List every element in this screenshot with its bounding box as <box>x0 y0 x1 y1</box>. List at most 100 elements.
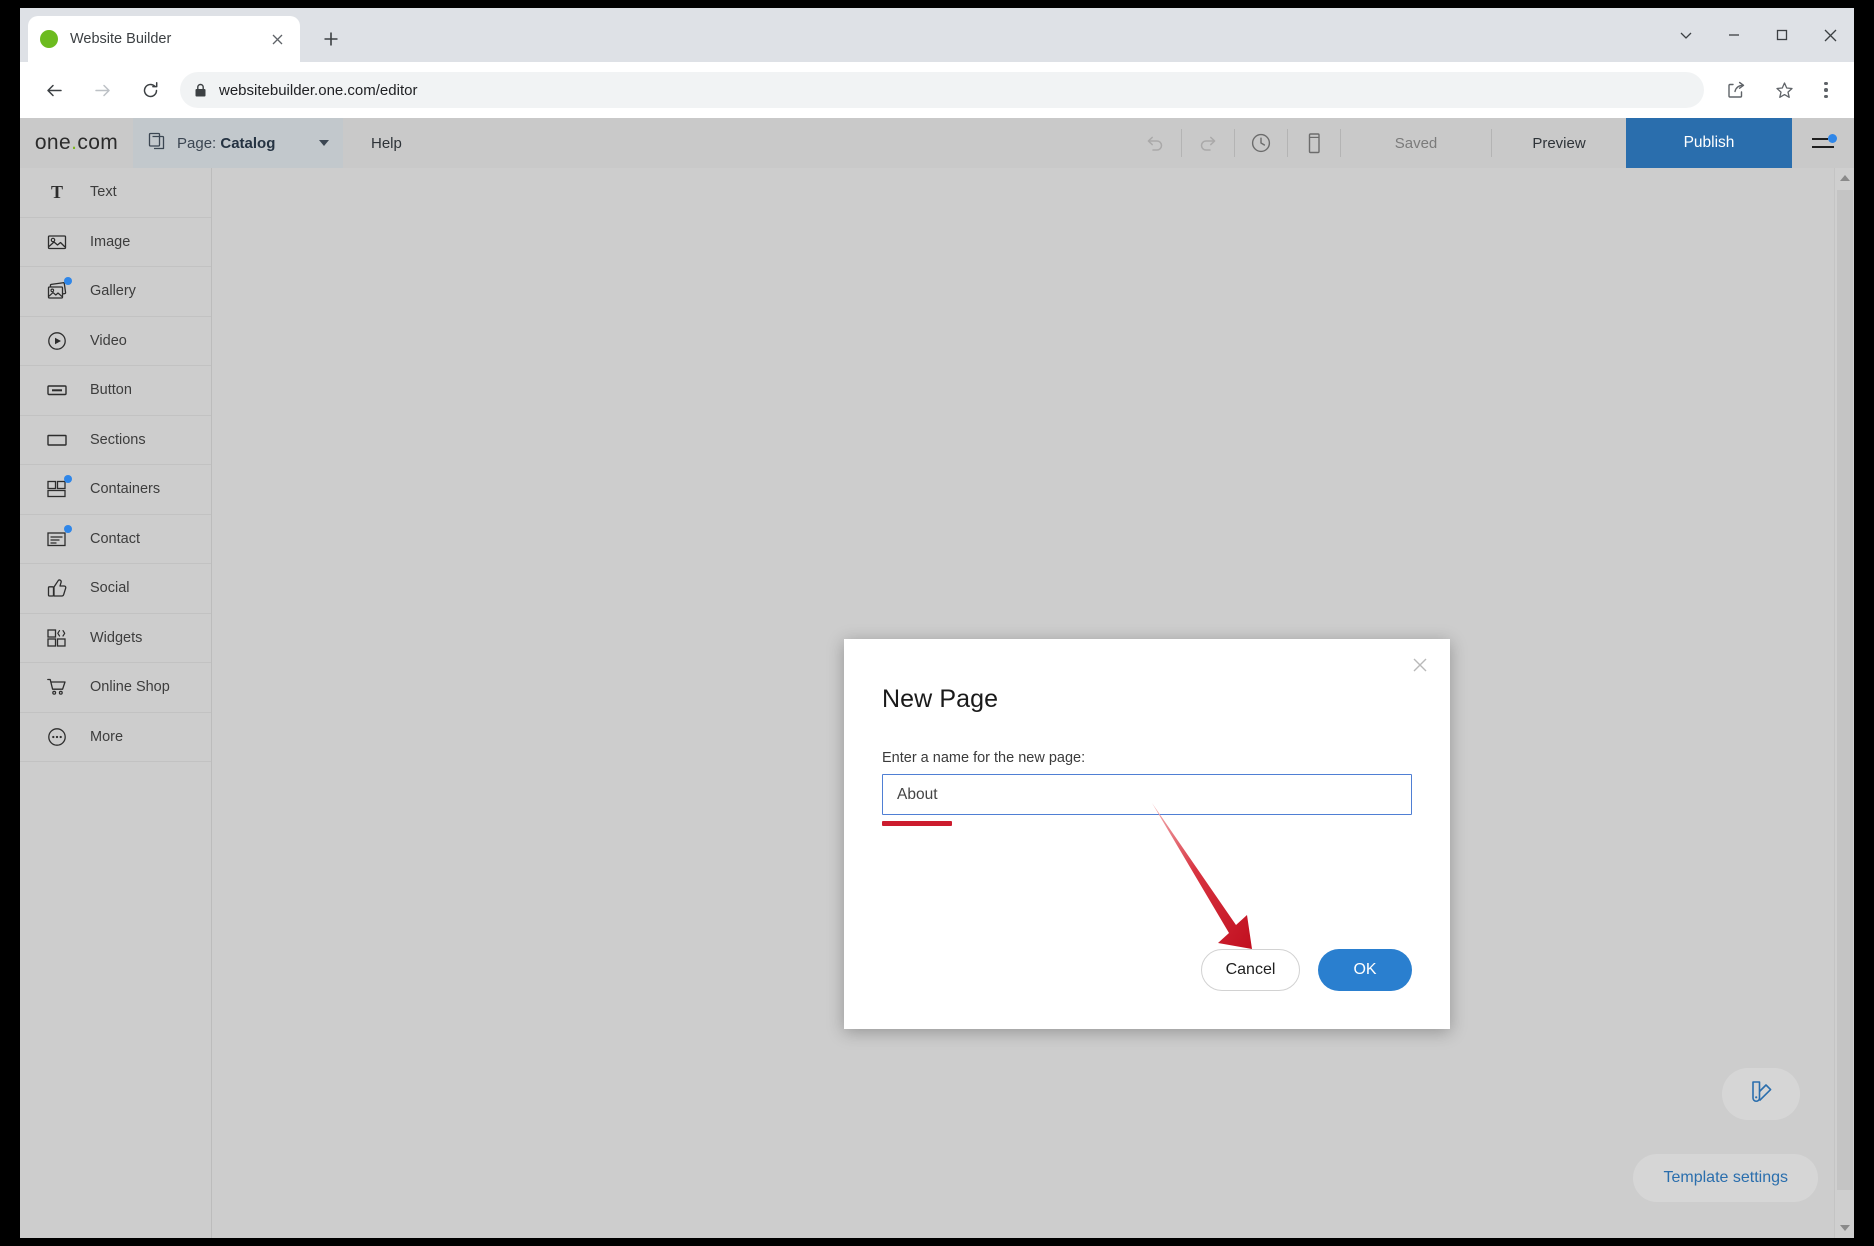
dialog-button-row: Cancel OK <box>844 949 1412 991</box>
text-icon: T <box>46 181 68 203</box>
sidebar-item-containers[interactable]: Containers <box>20 465 211 515</box>
red-underline-annotation <box>882 821 952 826</box>
help-menu[interactable]: Help <box>343 118 430 168</box>
sidebar-item-label: Gallery <box>90 283 136 299</box>
address-bar[interactable]: websitebuilder.one.com/editor <box>180 72 1704 108</box>
svg-text:T: T <box>51 182 63 202</box>
cancel-button[interactable]: Cancel <box>1201 949 1300 991</box>
scroll-up-arrow-icon[interactable] <box>1840 175 1850 181</box>
bookmark-star-icon[interactable] <box>1766 72 1802 108</box>
window-minimize-icon[interactable] <box>1710 16 1758 54</box>
sidebar-item-label: Online Shop <box>90 679 170 695</box>
sidebar-item-image[interactable]: Image <box>20 218 211 268</box>
sidebar-item-text[interactable]: T Text <box>20 168 211 218</box>
sidebar-item-label: Social <box>90 580 130 596</box>
browser-actions <box>1712 72 1844 108</box>
element-sidebar: T Text Image <box>20 168 212 1238</box>
publish-button[interactable]: Publish <box>1626 118 1792 168</box>
sidebar-item-label: Sections <box>90 432 146 448</box>
sidebar-item-label: Button <box>90 382 132 398</box>
page-name-label: Enter a name for the new page: <box>882 750 1085 766</box>
back-icon[interactable] <box>36 72 72 108</box>
more-ellipsis-icon <box>46 726 68 748</box>
sidebar-item-contact[interactable]: Contact <box>20 515 211 565</box>
contact-form-icon <box>46 528 68 550</box>
browser-window: Website Builder <box>20 8 1854 1238</box>
tab-close-icon[interactable] <box>266 28 288 50</box>
forward-icon[interactable] <box>84 72 120 108</box>
sidebar-item-label: Contact <box>90 531 140 547</box>
new-badge-dot <box>64 525 72 533</box>
share-icon[interactable] <box>1718 72 1754 108</box>
reload-icon[interactable] <box>132 72 168 108</box>
new-page-dialog: New Page Enter a name for the new page: <box>844 639 1450 1029</box>
new-badge-dot <box>64 277 72 285</box>
sidebar-item-more[interactable]: More <box>20 713 211 763</box>
dialog-close-icon[interactable] <box>1406 651 1434 679</box>
tab-favicon-icon <box>40 30 58 48</box>
redo-icon[interactable] <box>1182 118 1234 168</box>
page-selector-value: Catalog <box>220 135 275 152</box>
chevron-down-icon <box>319 140 329 146</box>
page-selector-dropdown[interactable]: Page: Catalog <box>133 118 343 168</box>
address-bar-url: websitebuilder.one.com/editor <box>219 82 417 99</box>
window-maximize-icon[interactable] <box>1758 16 1806 54</box>
one-com-logo: one.com <box>20 118 133 168</box>
browser-tab[interactable]: Website Builder <box>28 16 300 62</box>
sidebar-item-label: Widgets <box>90 630 142 646</box>
preview-button[interactable]: Preview <box>1492 118 1626 168</box>
browser-toolbar: websitebuilder.one.com/editor <box>20 62 1854 118</box>
app-body: T Text Image <box>20 168 1854 1238</box>
window-close-icon[interactable] <box>1806 16 1854 54</box>
sidebar-filler <box>20 762 211 1238</box>
sidebar-item-gallery[interactable]: Gallery <box>20 267 211 317</box>
save-status: Saved <box>1341 118 1491 168</box>
sidebar-item-online-shop[interactable]: Online Shop <box>20 663 211 713</box>
new-badge-dot <box>64 475 72 483</box>
scroll-down-arrow-icon[interactable] <box>1840 1225 1850 1231</box>
sidebar-item-label: Image <box>90 234 130 250</box>
sidebar-item-sections[interactable]: Sections <box>20 416 211 466</box>
sidebar-item-label: More <box>90 729 123 745</box>
gallery-icon <box>46 280 68 302</box>
sidebar-item-button[interactable]: Button <box>20 366 211 416</box>
undo-icon[interactable] <box>1129 118 1181 168</box>
page-selector-label: Page: Catalog <box>177 135 309 152</box>
page-name-input[interactable] <box>882 774 1412 815</box>
tab-title: Website Builder <box>70 31 266 47</box>
screenshot-root: Website Builder <box>0 0 1874 1246</box>
help-label: Help <box>371 135 402 152</box>
history-clock-icon[interactable] <box>1235 118 1287 168</box>
image-icon <box>46 231 68 253</box>
three-dot-menu-icon[interactable] <box>1808 72 1844 108</box>
sidebar-item-label: Containers <box>90 481 160 497</box>
template-settings-button[interactable]: Template settings <box>1633 1154 1818 1202</box>
pages-icon <box>147 131 167 156</box>
lock-icon <box>194 83 207 98</box>
color-palette-icon <box>1747 1078 1775 1111</box>
sidebar-item-video[interactable]: Video <box>20 317 211 367</box>
new-tab-button[interactable] <box>316 24 346 54</box>
canvas-vertical-scrollbar[interactable] <box>1834 168 1854 1238</box>
sidebar-item-label: Text <box>90 184 117 200</box>
ok-button[interactable]: OK <box>1318 949 1412 991</box>
brand-pre: one <box>35 131 71 155</box>
browser-tab-strip: Website Builder <box>20 8 1854 62</box>
scrollbar-thumb[interactable] <box>1837 190 1853 1190</box>
sections-icon <box>46 429 68 451</box>
shopping-cart-icon <box>46 676 68 698</box>
settings-sliders-icon[interactable] <box>1792 118 1854 168</box>
brand-post: com <box>77 131 118 155</box>
mobile-preview-icon[interactable] <box>1288 118 1340 168</box>
button-icon <box>46 379 68 401</box>
thumbs-up-icon <box>46 577 68 599</box>
sidebar-item-social[interactable]: Social <box>20 564 211 614</box>
sidebar-item-widgets[interactable]: Widgets <box>20 614 211 664</box>
widgets-icon <box>46 627 68 649</box>
notification-dot <box>1828 134 1837 143</box>
editor-canvas[interactable]: New Page Enter a name for the new page: <box>212 168 1854 1238</box>
window-chevron-down-icon[interactable] <box>1662 16 1710 54</box>
window-controls <box>1662 8 1854 62</box>
app-header: one.com Page: Catalog <box>20 118 1854 168</box>
template-design-fab[interactable] <box>1722 1068 1800 1120</box>
